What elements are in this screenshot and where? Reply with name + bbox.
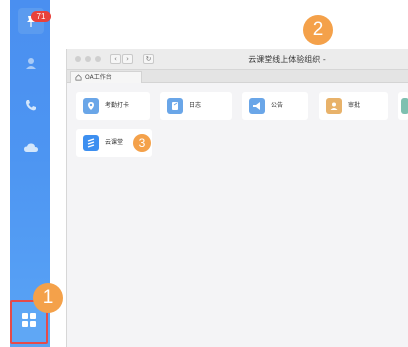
app-label: 考勤打卡: [105, 102, 130, 109]
app-tile-notice[interactable]: 公告: [242, 92, 308, 120]
callout-marker-3: 3: [133, 134, 151, 152]
megaphone-icon: [249, 98, 265, 114]
unread-badge: 71: [31, 11, 51, 22]
app-tile-attendance[interactable]: 考勤打卡: [76, 92, 150, 120]
callout-marker-1: 1: [33, 283, 63, 313]
window-titlebar: ‹ › ↻ 云课堂线上体验组织 -: [67, 49, 408, 70]
refresh-button[interactable]: ↻: [143, 54, 154, 64]
home-icon: [75, 74, 82, 81]
app-label: 云课堂: [105, 139, 124, 146]
app-icon-partial: [401, 98, 408, 114]
window-title: 云课堂线上体验组织 -: [248, 55, 326, 64]
tab-oa-workbench[interactable]: OA工作台: [70, 71, 142, 83]
location-pin-icon: [83, 98, 99, 114]
person-icon: [326, 98, 342, 114]
screen: 71 ‹ › ↻ 云课堂线上体验组织 - OA工作台 考勤打卡 日志 公告 审批…: [0, 0, 408, 347]
tab-bar: OA工作台: [67, 70, 408, 83]
oa-window: ‹ › ↻ 云课堂线上体验组织 - OA工作台 考勤打卡 日志 公告 审批 云课…: [66, 49, 408, 347]
phone-icon[interactable]: [23, 97, 39, 113]
cloud-icon[interactable]: [23, 140, 39, 156]
apps-grid-icon: [21, 312, 37, 332]
window-zoom-dot[interactable]: [95, 56, 101, 62]
tab-label: OA工作台: [85, 74, 112, 81]
back-button[interactable]: ‹: [110, 54, 121, 64]
app-label: 审批: [348, 102, 361, 109]
app-tile-partial[interactable]: [398, 92, 408, 120]
forward-button[interactable]: ›: [122, 54, 133, 64]
stripes-icon: [83, 135, 99, 151]
window-minimize-dot[interactable]: [85, 56, 91, 62]
app-label: 日志: [189, 102, 202, 109]
notebook-icon: [167, 98, 183, 114]
app-tile-approval[interactable]: 审批: [319, 92, 388, 120]
app-label: 公告: [271, 102, 284, 109]
contacts-icon[interactable]: [23, 55, 39, 71]
window-close-dot[interactable]: [75, 56, 81, 62]
app-tile-log[interactable]: 日志: [160, 92, 232, 120]
callout-marker-2: 2: [303, 15, 333, 45]
